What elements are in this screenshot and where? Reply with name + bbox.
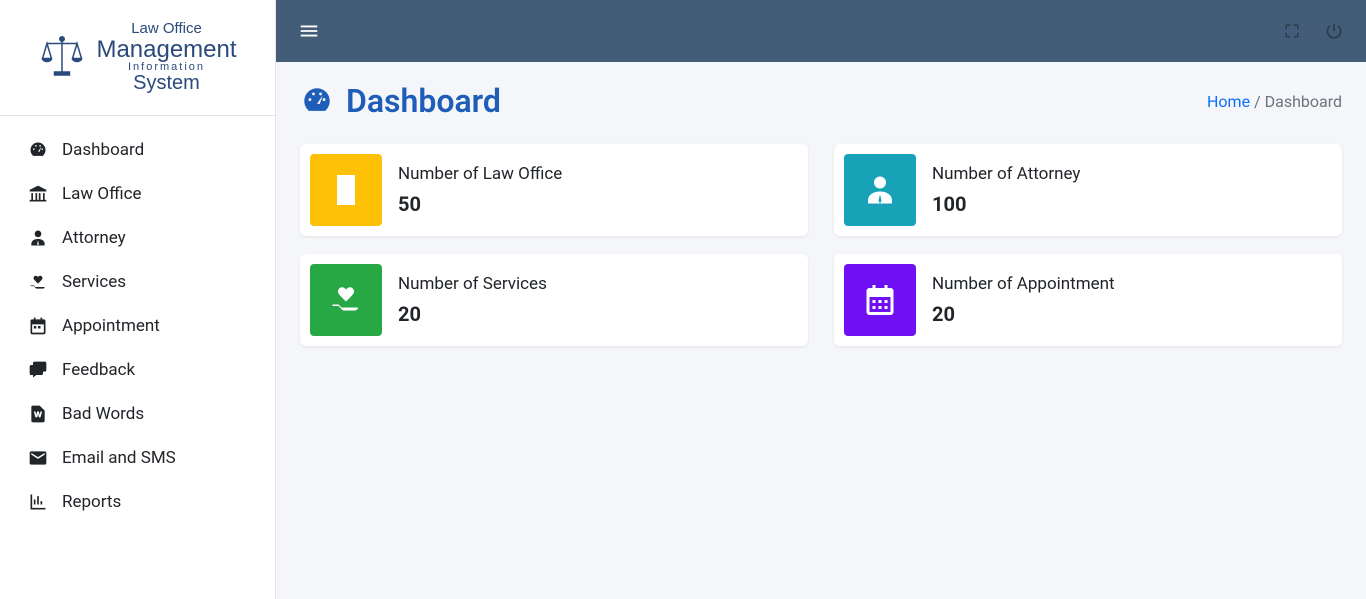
breadcrumb: Home / Dashboard (1207, 92, 1342, 111)
sidebar-item-label: Feedback (62, 360, 135, 380)
page-title: Dashboard (300, 82, 501, 120)
sidebar-item-label: Reports (62, 492, 121, 512)
card-label: Number of Appointment (932, 274, 1115, 294)
hand-heart-icon (28, 272, 48, 292)
sidebar-item-label: Services (62, 272, 126, 292)
dashboard-title-icon (300, 84, 334, 118)
breadcrumb-current: Dashboard (1265, 92, 1342, 111)
main-area: Dashboard Home / Dashboard Number of Law… (276, 0, 1366, 599)
card-value: 50 (398, 192, 562, 216)
user-tie-icon (28, 228, 48, 248)
logo-line4: System (96, 73, 236, 94)
page-header: Dashboard Home / Dashboard (300, 82, 1342, 120)
card-label: Number of Law Office (398, 164, 562, 184)
sidebar-item-attorney[interactable]: Attorney (0, 216, 275, 260)
card-value: 20 (932, 302, 1115, 326)
sidebar-item-reports[interactable]: Reports (0, 480, 275, 524)
institution-icon (28, 184, 48, 204)
logo: Law Office Management Information System (0, 0, 275, 116)
sidebar: Law Office Management Information System… (0, 0, 276, 599)
sidebar-item-label: Attorney (62, 228, 126, 248)
sidebar-item-bad-words[interactable]: Bad Words (0, 392, 275, 436)
logo-line1: Law Office (96, 21, 236, 37)
content: Dashboard Home / Dashboard Number of Law… (276, 62, 1366, 599)
gauge-icon (28, 140, 48, 160)
sidebar-item-law-office[interactable]: Law Office (0, 172, 275, 216)
card-label: Number of Attorney (932, 164, 1080, 184)
calendar-icon (844, 264, 916, 336)
sidebar-item-label: Law Office (62, 184, 142, 204)
breadcrumb-home[interactable]: Home (1207, 92, 1250, 111)
card-value: 100 (932, 192, 1080, 216)
dashboard-cards: Number of Law Office 50 Number of Attorn… (300, 144, 1342, 346)
file-word-icon (28, 404, 48, 424)
user-tie-icon (844, 154, 916, 226)
sidebar-item-appointment[interactable]: Appointment (0, 304, 275, 348)
envelope-icon (28, 448, 48, 468)
sidebar-nav: Dashboard Law Office Attorney Services A… (0, 116, 275, 599)
building-icon (310, 154, 382, 226)
hand-heart-icon (310, 264, 382, 336)
sidebar-item-label: Email and SMS (62, 448, 176, 468)
sidebar-item-services[interactable]: Services (0, 260, 275, 304)
sidebar-item-feedback[interactable]: Feedback (0, 348, 275, 392)
scales-icon (38, 33, 86, 81)
card-law-office: Number of Law Office 50 (300, 144, 808, 236)
calendar-icon (28, 316, 48, 336)
comments-icon (28, 360, 48, 380)
card-label: Number of Services (398, 274, 547, 294)
sidebar-item-label: Bad Words (62, 404, 144, 424)
sidebar-item-label: Appointment (62, 316, 160, 336)
power-icon[interactable] (1324, 21, 1344, 41)
fullscreen-icon[interactable] (1282, 21, 1302, 41)
bar-chart-icon (28, 492, 48, 512)
sidebar-item-label: Dashboard (62, 140, 144, 160)
card-value: 20 (398, 302, 547, 326)
page-title-text: Dashboard (346, 82, 501, 120)
card-appointment: Number of Appointment 20 (834, 254, 1342, 346)
sidebar-item-email-sms[interactable]: Email and SMS (0, 436, 275, 480)
topbar (276, 0, 1366, 62)
breadcrumb-sep: / (1250, 92, 1265, 111)
logo-line2: Management (96, 37, 236, 62)
card-services: Number of Services 20 (300, 254, 808, 346)
sidebar-item-dashboard[interactable]: Dashboard (0, 128, 275, 172)
card-attorney: Number of Attorney 100 (834, 144, 1342, 236)
hamburger-icon[interactable] (298, 20, 320, 42)
